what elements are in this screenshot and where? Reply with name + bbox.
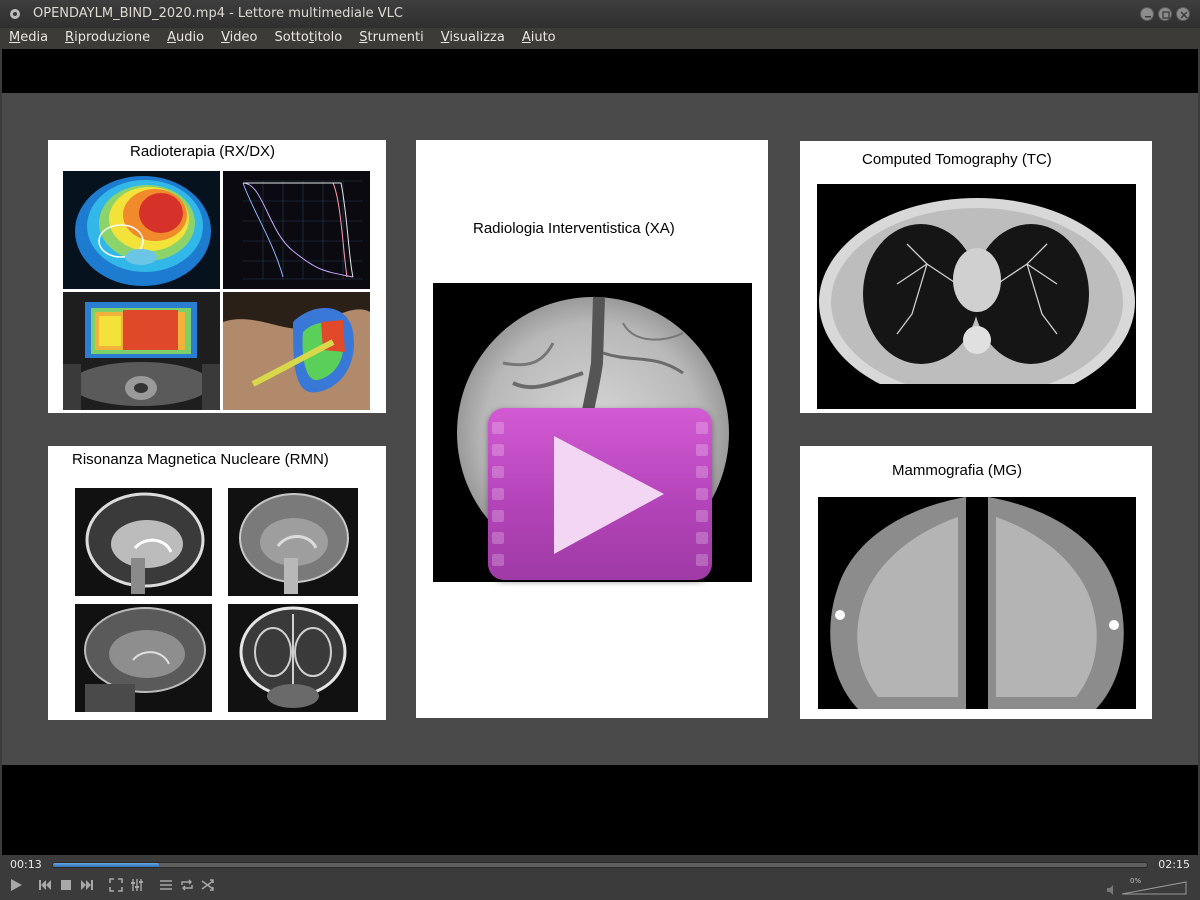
mri-sagittal-t2-image — [75, 488, 212, 596]
current-time: 00:13 — [10, 858, 42, 871]
radiotherapy-coronal-image — [63, 292, 220, 410]
speaker-muted-icon — [1107, 885, 1113, 895]
playlist-icon — [160, 880, 172, 890]
title-bar[interactable]: OPENDAYLM_BIND_2020.mp4 - Lettore multim… — [0, 0, 1200, 28]
shuffle-icon — [201, 879, 214, 891]
shuffle-button[interactable] — [198, 876, 218, 894]
playlist-button[interactable] — [156, 876, 176, 894]
dose-volume-graph — [223, 171, 370, 289]
previous-button[interactable] — [35, 876, 55, 894]
play-overlay-button[interactable] — [488, 408, 712, 580]
card-mammografia: Mammografia (MG) — [800, 446, 1152, 719]
card-tc: Computed Tomography (TC) — [800, 141, 1152, 413]
menu-visualizza[interactable]: Visualizza — [432, 28, 513, 49]
menu-strumenti[interactable]: Strumenti — [350, 28, 432, 49]
video-area[interactable]: Radioterapia (RX/DX) Radiologia Interven… — [2, 49, 1198, 855]
minimize-icon[interactable] — [1140, 7, 1154, 21]
menu-aiuto[interactable]: Aiuto — [513, 28, 564, 49]
menu-video[interactable]: Video — [212, 28, 265, 49]
menu-audio[interactable]: Audio — [158, 28, 212, 49]
loop-icon — [181, 879, 193, 891]
seek-bar[interactable] — [52, 862, 1148, 868]
volume-control[interactable]: 0% — [1106, 877, 1188, 895]
play-button[interactable] — [6, 876, 26, 894]
vlc-window: OPENDAYLM_BIND_2020.mp4 - Lettore multim… — [0, 0, 1200, 900]
control-buttons — [6, 875, 219, 895]
close-icon[interactable] — [1176, 7, 1190, 21]
menu-media[interactable]: Media — [0, 28, 56, 49]
mammografia-title: Mammografia (MG) — [892, 462, 1023, 479]
fullscreen-icon — [109, 878, 123, 892]
window-buttons — [1140, 7, 1190, 21]
card-rmn: Risonanza Magnetica Nucleare (RMN) — [48, 446, 386, 720]
card-radioterapia: Radioterapia (RX/DX) — [48, 140, 386, 413]
equalizer-icon — [131, 879, 143, 891]
rmn-title: Risonanza Magnetica Nucleare (RMN) — [72, 451, 329, 468]
ct-chest-image — [817, 184, 1136, 409]
window-menu-icon[interactable] — [10, 9, 20, 19]
previous-icon — [39, 880, 51, 890]
next-icon — [81, 880, 93, 890]
loop-button[interactable] — [177, 876, 197, 894]
play-icon — [11, 879, 22, 891]
mammography-image — [818, 497, 1136, 709]
mri-sagittal-t1-image — [228, 488, 358, 596]
radioterapia-title: Radioterapia (RX/DX) — [130, 143, 276, 160]
menu-sottotitolo[interactable]: Sottotitolo — [266, 28, 351, 49]
stop-button[interactable] — [56, 876, 76, 894]
mri-coronal-image — [228, 604, 358, 712]
mri-sagittal-flair-image — [75, 604, 212, 712]
video-frame: Radioterapia (RX/DX) Radiologia Interven… — [2, 93, 1198, 765]
tc-title: Computed Tomography (TC) — [862, 151, 1052, 168]
stop-icon — [61, 880, 71, 890]
player-controls: 00:13 02:15 0% — [0, 855, 1200, 900]
next-button[interactable] — [77, 876, 97, 894]
total-time: 02:15 — [1158, 858, 1190, 871]
maximize-icon[interactable] — [1158, 7, 1172, 21]
volume-slider[interactable] — [1122, 881, 1188, 895]
menu-riproduzione[interactable]: Riproduzione — [56, 28, 158, 49]
fullscreen-button[interactable] — [106, 876, 126, 894]
radiotherapy-axial-image — [63, 171, 220, 289]
play-icon — [554, 436, 664, 554]
extended-settings-button[interactable] — [127, 876, 147, 894]
radiologia-title: Radiologia Interventistica (XA) — [473, 220, 675, 237]
seek-progress — [53, 863, 160, 867]
radiotherapy-3d-image — [223, 292, 370, 410]
menu-bar: Media Riproduzione Audio Video Sottotito… — [0, 28, 1200, 49]
window-title: OPENDAYLM_BIND_2020.mp4 - Lettore multim… — [33, 6, 403, 21]
